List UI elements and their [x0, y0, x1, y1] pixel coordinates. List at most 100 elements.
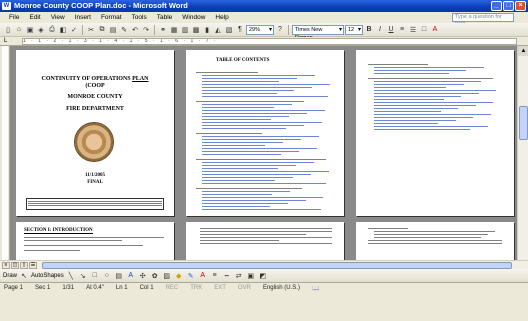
vertical-ruler[interactable]: [0, 46, 10, 260]
shadow-icon[interactable]: ▣: [246, 271, 256, 281]
close-button[interactable]: ×: [515, 1, 526, 11]
scroll-up-icon[interactable]: ▲: [518, 46, 528, 56]
diagram-icon[interactable]: ✣: [138, 271, 148, 281]
underline-icon[interactable]: U: [386, 25, 396, 35]
page-body-6[interactable]: [356, 222, 514, 260]
menu-edit[interactable]: Edit: [24, 14, 45, 21]
line-style-icon[interactable]: ≡: [210, 271, 220, 281]
fill-color-icon[interactable]: ◆: [174, 271, 184, 281]
web-layout-icon[interactable]: ◫: [11, 262, 19, 269]
format-painter-icon[interactable]: ✎: [119, 25, 129, 35]
page-cover[interactable]: CONTINUITY OF OPERATIONS PLAN (COOP MONR…: [16, 50, 174, 216]
menu-tools[interactable]: Tools: [127, 14, 152, 21]
clip-art-icon[interactable]: ✿: [150, 271, 160, 281]
text-box-icon[interactable]: ▤: [114, 271, 124, 281]
menu-window[interactable]: Window: [177, 14, 210, 21]
rectangle-icon[interactable]: □: [90, 271, 100, 281]
wordart-icon[interactable]: A: [126, 271, 136, 281]
toolbar-separator: [288, 24, 289, 35]
font-select[interactable]: Times New Roman: [292, 24, 344, 41]
document-map-icon[interactable]: ▧: [224, 25, 234, 35]
section-title: SECTION I: INTRODUCTION: [24, 228, 93, 234]
italic-icon[interactable]: I: [375, 25, 385, 35]
horizontal-scrollbar[interactable]: ≡ ◫ ▯ ☰: [0, 260, 528, 269]
dash-style-icon[interactable]: ┅: [222, 271, 232, 281]
spelling-icon[interactable]: ✓: [69, 25, 79, 35]
font-size-select[interactable]: 12: [345, 24, 363, 35]
print-icon[interactable]: ⎙: [47, 25, 57, 35]
menu-format[interactable]: Format: [96, 14, 127, 21]
save-icon[interactable]: ▣: [25, 25, 35, 35]
toc-line: [202, 145, 266, 146]
ask-question-input[interactable]: Type a question for help: [452, 13, 514, 27]
help-icon[interactable]: ?: [275, 25, 285, 35]
cut-icon[interactable]: ✂: [86, 25, 96, 35]
normal-view-icon[interactable]: ≡: [2, 262, 10, 269]
open-folder-icon[interactable]: ⌂: [14, 25, 24, 35]
drawing-icon[interactable]: ◭: [213, 25, 223, 35]
status-ext[interactable]: EXT: [214, 285, 226, 292]
document-area[interactable]: CONTINUITY OF OPERATIONS PLAN (COOP MONR…: [10, 46, 517, 260]
tables-borders-icon[interactable]: ▦: [169, 25, 179, 35]
menu-view[interactable]: View: [46, 14, 70, 21]
new-document-icon[interactable]: ▯: [3, 25, 13, 35]
menu-table[interactable]: Table: [152, 14, 178, 21]
arrow-style-icon[interactable]: ⇄: [234, 271, 244, 281]
draw-menu[interactable]: Draw: [3, 273, 17, 279]
redo-icon[interactable]: ↷: [141, 25, 151, 35]
page-body-5[interactable]: [186, 222, 344, 260]
print-preview-icon[interactable]: ◧: [58, 25, 68, 35]
toc-line: [202, 142, 284, 143]
menu-file[interactable]: File: [4, 14, 24, 21]
undo-icon[interactable]: ↶: [130, 25, 140, 35]
vertical-scroll-thumb[interactable]: [519, 106, 528, 140]
maximize-button[interactable]: □: [503, 1, 514, 11]
status-trk[interactable]: TRK: [190, 285, 202, 292]
page-table-of-contents[interactable]: TABLE OF CONTENTS: [186, 50, 344, 216]
page-annex-list[interactable]: [356, 50, 514, 216]
paste-icon[interactable]: ▤: [108, 25, 118, 35]
arrow-icon[interactable]: ↘: [78, 271, 88, 281]
minimize-button[interactable]: _: [491, 1, 502, 11]
status-rec[interactable]: REC: [166, 285, 179, 292]
justify-icon[interactable]: ☰: [408, 25, 418, 35]
menu-help[interactable]: Help: [210, 14, 233, 21]
3d-icon[interactable]: ◩: [258, 271, 268, 281]
print-layout-icon[interactable]: ▯: [20, 262, 28, 269]
bold-icon[interactable]: B: [364, 25, 374, 35]
toc-line: [202, 87, 313, 88]
toc-line: [374, 111, 441, 112]
zoom-select[interactable]: 29%: [246, 24, 274, 35]
page-section-introduction[interactable]: SECTION I: INTRODUCTION: [16, 222, 174, 260]
line-icon[interactable]: ╲: [66, 271, 76, 281]
columns-icon[interactable]: ▮: [202, 25, 212, 35]
hyperlink-icon[interactable]: ⚭: [158, 25, 168, 35]
autoshapes-menu[interactable]: AutoShapes: [31, 273, 64, 279]
horizontal-scroll-thumb[interactable]: [42, 262, 512, 269]
font-color-draw-icon[interactable]: A: [198, 271, 208, 281]
menu-insert[interactable]: Insert: [70, 14, 96, 21]
toc-line: [202, 96, 328, 97]
status-section: Sec 1: [35, 285, 51, 291]
toc-line: [202, 191, 291, 192]
permission-icon[interactable]: ◈: [36, 25, 46, 35]
select-objects-icon[interactable]: ↖: [19, 271, 29, 281]
insert-excel-icon[interactable]: ▩: [191, 25, 201, 35]
toc-line: [374, 126, 488, 127]
status-ovr[interactable]: OVR: [238, 285, 251, 292]
picture-icon[interactable]: ▨: [162, 271, 172, 281]
spelling-status-icon[interactable]: 📖: [312, 285, 319, 292]
vertical-scrollbar[interactable]: ▲: [517, 46, 528, 260]
align-left-icon[interactable]: ≡: [397, 25, 407, 35]
outline-view-icon[interactable]: ☰: [29, 262, 37, 269]
oval-icon[interactable]: ○: [102, 271, 112, 281]
toc-line: [202, 206, 270, 207]
copy-icon[interactable]: ⧉: [97, 25, 107, 35]
borders-icon[interactable]: □: [419, 25, 429, 35]
tab-selector-icon[interactable]: L: [4, 38, 7, 44]
insert-table-icon[interactable]: ▥: [180, 25, 190, 35]
line-color-icon[interactable]: ✎: [186, 271, 196, 281]
show-hide-icon[interactable]: ¶: [235, 25, 245, 35]
horizontal-ruler[interactable]: L 1 · 1 · 2 · 1 · 3 · 1 · 4 · 1 · 5 · 1 …: [0, 37, 528, 46]
font-color-icon[interactable]: A: [430, 25, 440, 35]
